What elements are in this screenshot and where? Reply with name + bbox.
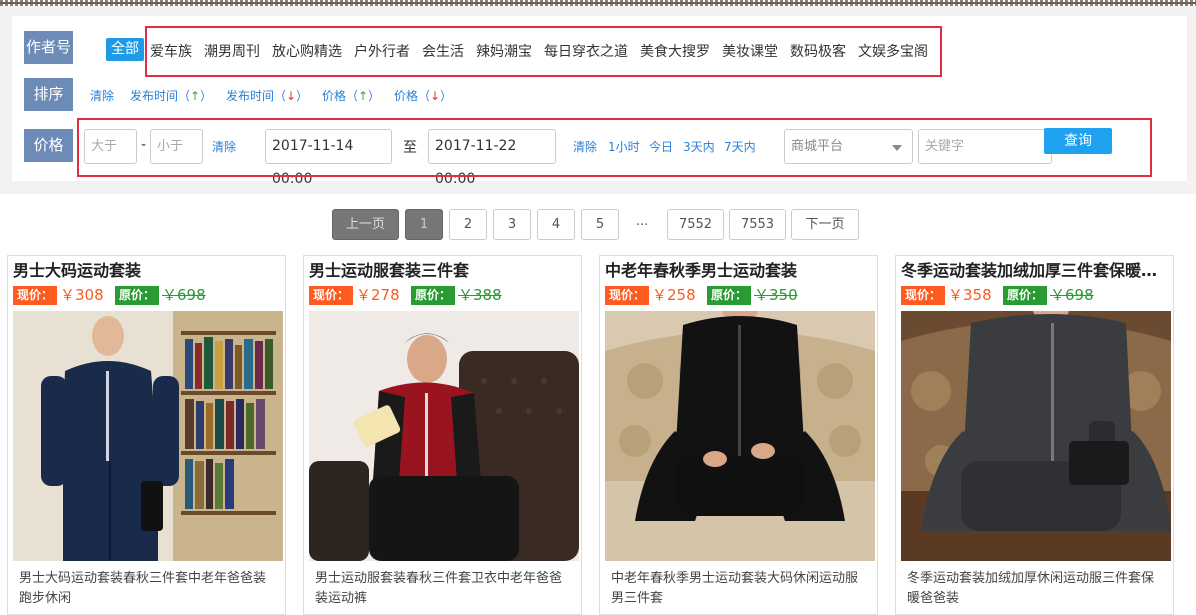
product-title[interactable]: 男士大码运动套装 [13, 260, 278, 282]
product-image[interactable] [605, 311, 875, 561]
orig-price-tag: 原价： [115, 286, 159, 305]
now-price-tag: 现价： [309, 286, 353, 305]
price-highlight-box [77, 118, 1152, 177]
sort-pubtime-desc-label: 发布时间（ [226, 89, 287, 103]
product-description: 中老年春秋季男士运动套装大码休闲运动服男三件套 [611, 571, 859, 606]
product-card[interactable]: 男士大码运动套装 现价： ￥308 原价： ￥698 男士大码运动套装春秋三件套… [7, 255, 286, 615]
product-title[interactable]: 中老年春秋季男士运动套装 [605, 260, 870, 282]
orig-price: ￥698 [162, 286, 206, 304]
author-all-button[interactable]: 全部 [106, 38, 144, 61]
sort-price-asc-label: 价格（ [322, 89, 359, 103]
sort-price-desc-link[interactable]: 价格（↓） [394, 88, 452, 104]
sort-label: 排序 [24, 78, 73, 111]
sort-price-desc-label: 价格（ [394, 89, 431, 103]
now-price-tag: 现价： [605, 286, 649, 305]
product-description: 男士运动服套装春秋三件套卫衣中老年爸爸装运动裤 [315, 571, 563, 606]
sort-close-paren: ） [200, 89, 213, 103]
arrow-down-icon: ↓ [430, 89, 441, 103]
page-button[interactable]: 3 [493, 209, 531, 240]
orig-price-tag: 原价： [411, 286, 455, 305]
product-title[interactable]: 冬季运动套装加绒加厚三件套保暖爸爸装 [901, 260, 1166, 282]
filter-area: 作者号 全部 爱车族 潮男周刊 放心购精选 户外行者 会生活 辣妈潮宝 每日穿衣… [0, 6, 1196, 194]
product-description: 男士大码运动套装春秋三件套中老年爸爸装跑步休闲 [19, 571, 267, 606]
price-label: 价格 [24, 129, 73, 162]
sort-close-paren: ） [440, 89, 453, 103]
sort-clear-link[interactable]: 清除 [90, 88, 114, 104]
product-image[interactable] [901, 311, 1171, 561]
sort-pubtime-desc-link[interactable]: 发布时间（↓） [226, 88, 308, 104]
arrow-up-icon: ↑ [358, 89, 369, 103]
orig-price: ￥388 [458, 286, 502, 304]
arrow-up-icon: ↑ [190, 89, 201, 103]
now-price-tag: 现价： [901, 286, 945, 305]
sort-price-asc-link[interactable]: 价格（↑） [322, 88, 380, 104]
page-button[interactable]: 7553 [729, 209, 786, 240]
now-price-tag: 现价： [13, 286, 57, 305]
next-page-button[interactable]: 下一页 [791, 209, 859, 240]
page-button[interactable]: 5 [581, 209, 619, 240]
arrow-down-icon: ↓ [286, 89, 297, 103]
orig-price-tag: 原价： [1003, 286, 1047, 305]
now-price: ￥308 [60, 286, 104, 304]
prev-page-button[interactable]: 上一页 [332, 209, 399, 240]
query-button[interactable]: 查询 [1044, 128, 1112, 154]
product-description: 冬季运动套装加绒加厚休闲运动服三件套保暖爸爸装 [907, 571, 1155, 606]
page-button[interactable]: 4 [537, 209, 575, 240]
sort-pubtime-asc-label: 发布时间（ [130, 89, 191, 103]
product-image[interactable] [309, 311, 579, 561]
product-card[interactable]: 男士运动服套装三件套 现价： ￥278 原价： ￥388 男士运动服套装春秋三件… [303, 255, 582, 615]
sort-close-paren: ） [296, 89, 309, 103]
orig-price: ￥350 [754, 286, 798, 304]
pagination-ellipsis: ... [636, 214, 649, 229]
product-card[interactable]: 冬季运动套装加绒加厚三件套保暖爸爸装 现价： ￥358 原价： ￥698 冬季运… [895, 255, 1174, 615]
now-price: ￥258 [652, 286, 696, 304]
now-price: ￥278 [356, 286, 400, 304]
orig-price: ￥698 [1050, 286, 1094, 304]
sort-close-paren: ） [368, 89, 381, 103]
page-button[interactable]: 2 [449, 209, 487, 240]
orig-price-tag: 原价： [707, 286, 751, 305]
product-card[interactable]: 中老年春秋季男士运动套装 现价： ￥258 原价： ￥350 中老年春秋季男士运… [599, 255, 878, 615]
sort-pubtime-asc-link[interactable]: 发布时间（↑） [130, 88, 212, 104]
author-label: 作者号 [24, 31, 73, 64]
page-button[interactable]: 7552 [667, 209, 724, 240]
page-button-current[interactable]: 1 [405, 209, 443, 240]
filter-panel: 作者号 全部 爱车族 潮男周刊 放心购精选 户外行者 会生活 辣妈潮宝 每日穿衣… [12, 16, 1187, 187]
author-highlight-box [145, 26, 942, 77]
product-image[interactable] [13, 311, 283, 561]
product-title[interactable]: 男士运动服套装三件套 [309, 260, 574, 282]
now-price: ￥358 [948, 286, 992, 304]
